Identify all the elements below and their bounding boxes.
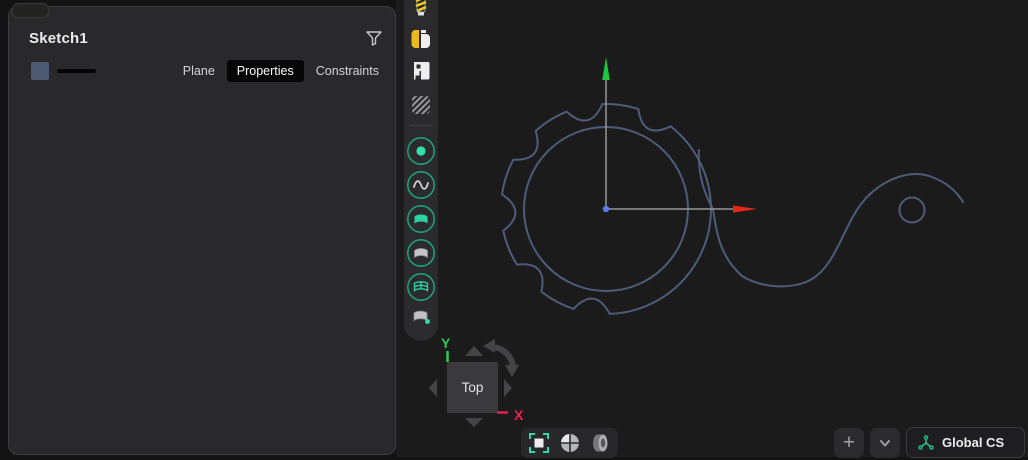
panel-handle[interactable]	[12, 3, 49, 18]
zoom-fit-button[interactable]	[526, 430, 552, 456]
panel-tab-bar: Plane Properties Constraints	[178, 60, 384, 82]
chevron-down-icon	[877, 435, 893, 451]
camera-projection-button[interactable]	[587, 430, 613, 456]
journal-icon[interactable]	[409, 60, 433, 82]
shaded-sphere-icon	[559, 432, 581, 454]
gizmo-x-label: X	[514, 407, 524, 423]
gizmo-y-label: Y	[441, 335, 451, 351]
x-axis-arrow-icon[interactable]	[733, 205, 757, 212]
line-style-preview[interactable]	[57, 69, 96, 73]
y-axis-arrow-icon[interactable]	[602, 57, 610, 80]
toolbar-divider	[409, 125, 433, 126]
cs-dropdown-button[interactable]	[870, 428, 900, 458]
filter-icon[interactable]	[365, 29, 383, 47]
surface-solid-tool-icon[interactable]	[406, 204, 436, 234]
origin-point[interactable]	[603, 206, 609, 212]
sketch-properties-panel: Sketch1 Plane Properties Constraints	[8, 6, 396, 455]
add-cs-button[interactable]: +	[834, 428, 864, 458]
rotate-arrowhead-icon[interactable]	[483, 339, 495, 353]
cs-selector-button[interactable]: Global CS	[906, 427, 1025, 458]
color-swatch[interactable]	[31, 62, 49, 80]
spline-curve-tool-icon[interactable]	[406, 170, 436, 200]
surface-shell-tool-icon[interactable]	[406, 238, 436, 268]
gizmo-face-label: Top	[462, 380, 484, 395]
point-tool-icon[interactable]	[406, 136, 436, 166]
view-gizmo: Y X Top	[429, 335, 524, 427]
gizmo-arrow-right[interactable]	[504, 379, 512, 397]
gizmo-arrow-left[interactable]	[429, 379, 437, 397]
gizmo-arrow-up[interactable]	[465, 346, 483, 356]
sketch-drawing: Y X Top	[396, 0, 1028, 460]
sketch-tail-spline[interactable]	[699, 150, 963, 286]
shaded-view-button[interactable]	[557, 430, 583, 456]
page-title: Sketch1	[21, 30, 88, 47]
zoom-fit-frame-icon	[528, 432, 550, 454]
half-solid-icon[interactable]	[409, 28, 433, 50]
sketch-toolbar	[404, 0, 438, 341]
tab-properties[interactable]: Properties	[227, 60, 304, 82]
tab-constraints[interactable]: Constraints	[311, 60, 384, 82]
axis-tripod-icon	[917, 434, 935, 452]
app-window: Y X Top Sketch1 Plane Properties Constra…	[0, 0, 1028, 460]
surface-grid-tool-icon[interactable]	[406, 272, 436, 302]
striped-pencil-icon[interactable]	[409, 0, 433, 20]
tab-plane[interactable]: Plane	[178, 60, 220, 82]
sheet-with-point-tool-icon[interactable]	[407, 307, 435, 331]
gizmo-arrow-down[interactable]	[465, 418, 483, 427]
camera-lens-icon	[588, 432, 612, 454]
hatch-pattern-icon[interactable]	[410, 94, 432, 116]
rotate-arrowhead-icon[interactable]	[505, 365, 519, 377]
sketch-small-circle[interactable]	[900, 197, 925, 222]
view-controls-cluster	[521, 428, 618, 458]
cs-selector-label: Global CS	[942, 435, 1004, 450]
